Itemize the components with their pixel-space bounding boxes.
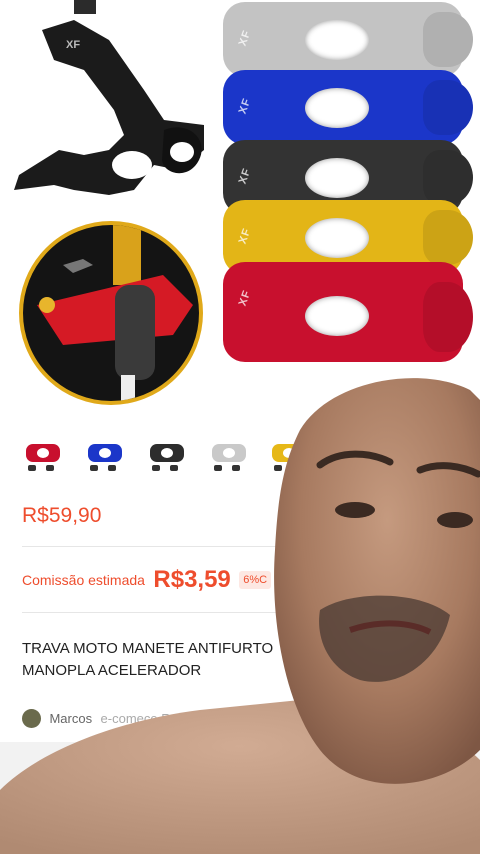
commission-label: Comissão estimada <box>22 572 145 588</box>
product-title-line-2: MANOPLA ACELERADOR <box>22 662 202 679</box>
variant-black[interactable] <box>144 438 188 476</box>
presenter-eyebrow-left <box>316 450 394 469</box>
variant-silver[interactable] <box>206 438 250 476</box>
divider <box>22 612 322 613</box>
variant-red[interactable] <box>20 438 64 476</box>
commission-row: Comissão estimada R$3,59 6%C <box>22 566 342 598</box>
silver-lock: XF <box>223 2 473 77</box>
seller-row[interactable]: Marcos e-comece Recomendar <box>22 709 236 729</box>
seller-recommend-text: e-comece Recomendar <box>100 711 236 726</box>
variant-gold[interactable] <box>266 438 310 476</box>
bottom-panel-label[interactable]: Alterar <box>104 788 148 805</box>
installed-lock-illustration <box>37 225 193 401</box>
product-title-line-1: TRAVA MOTO MANETE ANTIFURTO <box>22 640 274 657</box>
blue-lock: XF <box>223 70 473 145</box>
divider <box>22 546 322 547</box>
presenter-eye-right <box>437 512 473 528</box>
seller-avatar <box>22 709 41 728</box>
presenter-eyebrow-right <box>416 462 480 478</box>
commission-rate-badge: 6%C <box>239 571 272 589</box>
brand-mark-text: XF <box>66 39 80 51</box>
presenter-beard <box>319 595 450 682</box>
black-lock-image: XF <box>14 0 204 195</box>
select-checkbox[interactable] <box>44 832 64 852</box>
variant-selector <box>20 438 310 478</box>
product-title[interactable]: TRAVA MOTO MANETE ANTIFURTO MANOPLA ACEL… <box>22 638 322 682</box>
product-image[interactable]: XF XF XF XF XF XF <box>0 0 480 420</box>
commission-value: R$3,59 <box>153 566 231 593</box>
bottom-panel: Alterar <box>0 742 480 854</box>
variant-blue[interactable] <box>82 438 126 476</box>
presenter-mouth <box>349 620 432 635</box>
red-lock: XF <box>223 262 473 362</box>
seller-name: Marcos <box>49 711 93 726</box>
presenter-eye-left <box>335 502 375 518</box>
product-price: R$59,90 <box>22 504 102 527</box>
installed-lock-photo <box>19 221 203 405</box>
lock-color-stack: XF XF XF XF XF <box>215 0 480 380</box>
